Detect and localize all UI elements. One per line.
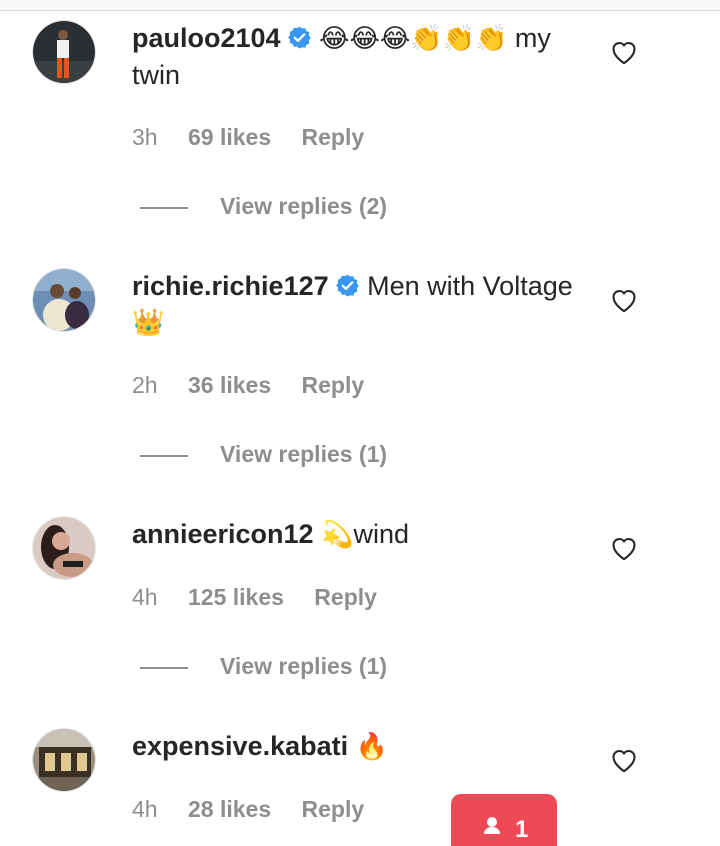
- heart-icon[interactable]: [610, 535, 638, 561]
- top-divider: [0, 0, 720, 11]
- view-replies-label: View replies (2): [220, 193, 388, 219]
- notification-count: 1: [515, 816, 529, 843]
- comment-username[interactable]: pauloo2104: [132, 23, 281, 53]
- avatar[interactable]: [32, 728, 96, 792]
- avatar[interactable]: [32, 268, 96, 332]
- replies-divider: [140, 666, 188, 669]
- comment-message: Men with Voltage: [359, 271, 573, 301]
- view-replies-button[interactable]: View replies (1): [140, 441, 387, 468]
- comment-text: pauloo2104 😂😂😂👏👏👏 my twin: [132, 20, 592, 93]
- replies-divider: [140, 206, 188, 209]
- view-replies-button[interactable]: View replies (1): [140, 653, 387, 680]
- view-replies-label: View replies (1): [220, 441, 388, 467]
- comment-likes[interactable]: 69 likes: [188, 124, 271, 150]
- comment-meta: 2h 36 likes Reply: [132, 372, 388, 399]
- heart-icon[interactable]: [610, 287, 638, 313]
- comment-likes[interactable]: 36 likes: [188, 372, 271, 398]
- comment-meta: 4h 125 likes Reply: [132, 584, 401, 611]
- comment-emoji: 💫: [321, 520, 354, 550]
- view-replies-label: View replies (1): [220, 653, 388, 679]
- reply-button[interactable]: Reply: [314, 584, 377, 610]
- comment-username[interactable]: annieericon12: [132, 519, 314, 549]
- comment-username[interactable]: richie.richie127: [132, 271, 329, 301]
- reply-button[interactable]: Reply: [302, 124, 365, 150]
- comment-emoji: 👑: [132, 308, 165, 338]
- comment-likes[interactable]: 28 likes: [188, 796, 271, 822]
- comment-text: richie.richie127 Men with Voltage 👑: [132, 268, 592, 341]
- view-replies-button[interactable]: View replies (2): [140, 193, 387, 220]
- comment-username[interactable]: expensive.kabati: [132, 731, 348, 761]
- comment-meta: 4h 28 likes Reply: [132, 796, 388, 823]
- heart-icon[interactable]: [610, 747, 638, 773]
- verified-badge-icon: [287, 26, 311, 49]
- heart-icon[interactable]: [610, 39, 638, 65]
- reply-button[interactable]: Reply: [302, 796, 365, 822]
- comment-text: annieericon12 💫wind: [132, 516, 592, 553]
- comment-time: 3h: [132, 124, 158, 150]
- activity-notification-badge[interactable]: 1: [451, 794, 557, 846]
- comment-meta: 3h 69 likes Reply: [132, 124, 388, 151]
- replies-divider: [140, 454, 188, 457]
- comment-time: 2h: [132, 372, 158, 398]
- comment-emoji: 🔥: [355, 732, 389, 762]
- comment-likes[interactable]: 125 likes: [188, 584, 284, 610]
- comment-time: 4h: [132, 584, 158, 610]
- comment-text: expensive.kabati 🔥: [132, 728, 592, 765]
- verified-badge-icon: [335, 274, 359, 297]
- person-icon: [484, 817, 500, 834]
- avatar[interactable]: [32, 516, 96, 580]
- comment-time: 4h: [132, 796, 158, 822]
- comment-emoji: 😂😂😂👏👏👏: [319, 24, 508, 54]
- comment-message: wind: [353, 519, 409, 549]
- reply-button[interactable]: Reply: [302, 372, 365, 398]
- avatar[interactable]: [32, 20, 96, 84]
